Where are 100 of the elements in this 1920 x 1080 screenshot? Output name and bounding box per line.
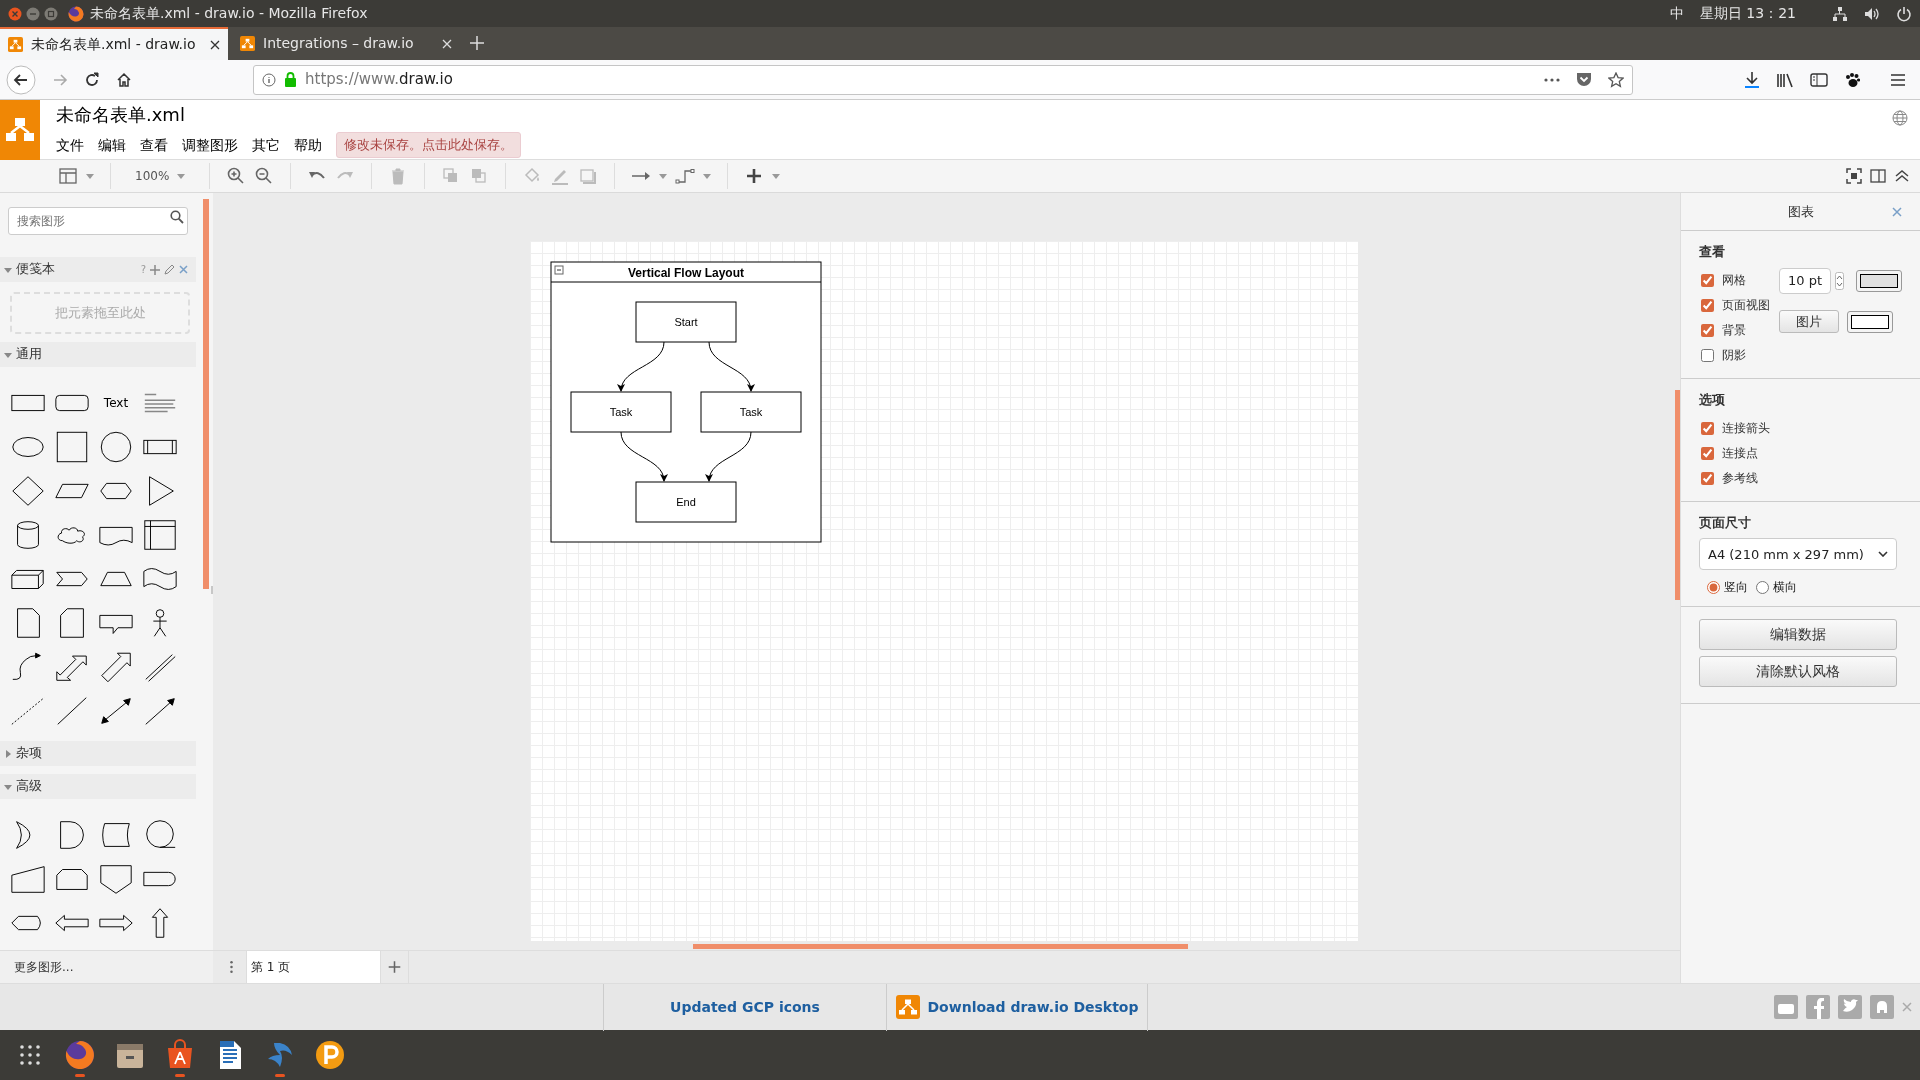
more-icon[interactable] — [1544, 77, 1560, 82]
box-label[interactable]: Task — [609, 406, 633, 418]
minimize-window-icon[interactable] — [26, 6, 40, 21]
flowchart-box[interactable] — [700, 391, 802, 433]
box-label[interactable]: End — [676, 496, 696, 508]
p-logo-icon[interactable] — [314, 1039, 346, 1071]
section-header[interactable]: 便笺本 ? — [0, 257, 196, 282]
spinner-icon[interactable] — [1835, 271, 1844, 290]
scrollbar[interactable] — [203, 199, 209, 589]
panel-button[interactable]: 编辑数据 — [1699, 619, 1897, 651]
browser-tab[interactable]: 未命名表单.xml - draw.io — [0, 27, 228, 60]
url-text: https://www.draw.io — [305, 69, 453, 91]
checkbox-label: 页面视图 — [1722, 297, 1770, 315]
checkbox[interactable] — [1701, 471, 1714, 485]
caret-icon — [703, 173, 712, 179]
sidebar-icon[interactable] — [1810, 71, 1828, 88]
splitter-handle-icon[interactable] — [211, 586, 215, 594]
checkbox[interactable] — [1701, 348, 1714, 362]
pocket-icon[interactable] — [1576, 72, 1592, 87]
scrollbar[interactable] — [693, 944, 1188, 949]
radio-button[interactable] — [1707, 580, 1720, 594]
more-shapes-link[interactable]: 更多图形... — [0, 950, 213, 983]
library-icon[interactable] — [1776, 71, 1794, 88]
new-tab-icon[interactable] — [470, 36, 484, 50]
maximize-window-icon[interactable] — [44, 6, 58, 21]
flowchart-box[interactable] — [635, 481, 737, 523]
section-header[interactable]: 通用 — [0, 342, 196, 367]
section-title: 页面尺寸 — [1699, 513, 1752, 532]
address-bar[interactable]: https://www.draw.io — [253, 64, 1633, 95]
checkbox[interactable] — [1701, 323, 1714, 337]
radio-button[interactable] — [1756, 580, 1769, 594]
scrollbar[interactable] — [1675, 390, 1680, 600]
image-button[interactable]: 图片 — [1779, 309, 1839, 334]
menu-item[interactable]: 查看 — [140, 134, 168, 156]
panel-button[interactable]: 清除默认风格 — [1699, 656, 1897, 688]
radio-label: 竖向 — [1724, 579, 1748, 597]
add-icon[interactable] — [150, 264, 160, 275]
flowchart-box[interactable] — [570, 391, 672, 433]
clock[interactable]: 星期日 13：21 — [1699, 3, 1796, 24]
lock-icon — [284, 72, 297, 87]
connector-arrow[interactable] — [620, 431, 667, 482]
section-title: 查看 — [1699, 243, 1726, 261]
color-swatch[interactable] — [1847, 310, 1893, 333]
menu-item[interactable]: 文件 — [56, 134, 84, 156]
close-icon[interactable] — [210, 39, 220, 50]
checkbox-label: 阴影 — [1722, 347, 1746, 365]
checkbox[interactable] — [1701, 446, 1714, 460]
app-logo-icon[interactable] — [0, 100, 40, 160]
box-label[interactable]: Start — [674, 316, 698, 328]
menu-item[interactable]: 编辑 — [98, 134, 126, 156]
connector-arrow[interactable] — [708, 341, 754, 392]
internal-storage-icon[interactable] — [141, 519, 179, 551]
network-icon[interactable] — [1832, 5, 1848, 22]
section-header[interactable]: 杂项 — [0, 741, 196, 766]
menu-item[interactable]: 其它 — [252, 134, 280, 156]
search-field[interactable]: 搜索图形 — [8, 207, 188, 235]
text-shape[interactable]: Text — [103, 394, 129, 412]
checkbox[interactable] — [1701, 421, 1714, 435]
checkbox[interactable] — [1701, 273, 1714, 287]
page-tab[interactable]: 第 1 页 — [247, 951, 381, 983]
page-size-dropdown[interactable]: A4 (210 mm x 297 mm) — [1699, 538, 1897, 571]
home-icon[interactable] — [116, 71, 132, 88]
container-title[interactable]: Vertical Flow Layout — [628, 266, 744, 280]
format-panel-icon[interactable] — [1868, 166, 1888, 186]
section-header[interactable]: 高级 — [0, 774, 196, 799]
checkbox[interactable] — [1701, 298, 1714, 312]
paw-icon[interactable] — [1844, 71, 1860, 88]
download-icon[interactable] — [1744, 71, 1760, 88]
connector-arrow[interactable] — [618, 341, 665, 392]
star-icon[interactable] — [1608, 71, 1624, 88]
panel-layout-icon[interactable] — [58, 166, 78, 186]
unsaved-notice[interactable]: 修改未保存。点击此处保存。 — [336, 131, 521, 159]
checkbox-label: 参考线 — [1722, 470, 1758, 487]
pentagon-shield-icon[interactable] — [97, 863, 135, 895]
browser-tab[interactable]: Integrations – draw.io — [232, 27, 460, 60]
close-window-icon[interactable] — [8, 6, 22, 21]
back-icon[interactable] — [6, 64, 36, 95]
pencil-icon[interactable] — [164, 264, 175, 275]
power-icon[interactable] — [1896, 5, 1912, 22]
firefox-icon[interactable] — [64, 1039, 96, 1071]
zoom-level[interactable]: 100% — [135, 167, 170, 185]
menu-item[interactable]: 调整图形 — [182, 134, 238, 156]
waypoint-icon[interactable] — [675, 166, 696, 186]
globe-icon[interactable] — [1892, 110, 1908, 126]
reload-icon[interactable] — [84, 71, 100, 88]
search-icon[interactable] — [170, 210, 184, 224]
color-swatch[interactable] — [1856, 269, 1902, 292]
connector-arrow[interactable] — [706, 431, 752, 482]
file-name[interactable]: 未命名表单.xml — [56, 100, 521, 128]
checkbox-label: 背景 — [1722, 322, 1746, 340]
grid-size-field[interactable]: 10 pt — [1779, 267, 1831, 294]
diamond-icon[interactable] — [9, 475, 47, 507]
input-method-indicator[interactable]: 中 — [1669, 3, 1684, 24]
manual-input-icon[interactable] — [9, 863, 47, 895]
menu-item[interactable]: 帮助 — [294, 134, 322, 156]
box-label[interactable]: Task — [739, 406, 763, 418]
caret-icon — [772, 173, 781, 179]
menu-icon[interactable] — [1890, 72, 1906, 87]
fit-screen-icon[interactable] — [1844, 166, 1864, 186]
flowchart-box[interactable] — [635, 301, 737, 343]
